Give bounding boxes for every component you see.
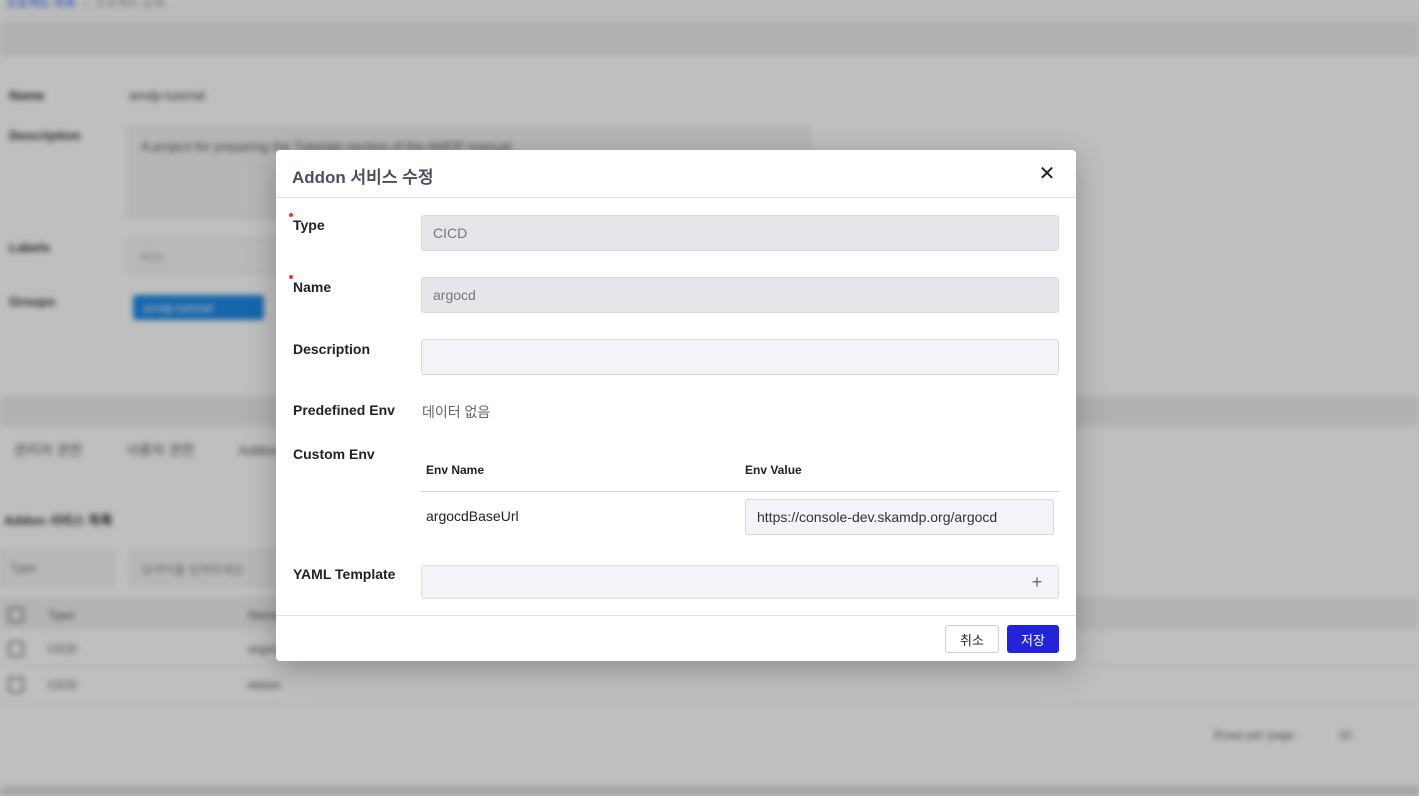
yaml-template-box[interactable]: + bbox=[421, 565, 1059, 599]
type-label-text: Type bbox=[293, 217, 325, 233]
table-row: argocdBaseUrl https://console-dev.skamdp… bbox=[421, 492, 1059, 540]
predefined-env-empty-text: 데이터 없음 bbox=[422, 404, 491, 420]
description-input[interactable] bbox=[421, 339, 1059, 375]
dialog-footer: 취소 저장 bbox=[276, 615, 1076, 661]
custom-env-table: Env Name Env Value argocdBaseUrl https:/… bbox=[421, 452, 1059, 540]
cancel-button[interactable]: 취소 bbox=[945, 625, 999, 653]
custom-env-table-header: Env Name Env Value bbox=[421, 452, 1059, 492]
dialog-title: Addon 서비스 수정 bbox=[292, 168, 434, 187]
required-marker-icon bbox=[289, 275, 293, 279]
addon-edit-dialog: Addon 서비스 수정 ✕ Type CICD Name argocd Des… bbox=[276, 150, 1076, 661]
env-value-input[interactable]: https://console-dev.skamdp.org/argocd bbox=[745, 499, 1054, 535]
env-name-cell: argocdBaseUrl bbox=[426, 508, 519, 524]
name-field: argocd bbox=[421, 277, 1059, 313]
required-marker-icon bbox=[289, 213, 293, 217]
type-label: Type bbox=[289, 213, 325, 233]
name-label: Name bbox=[289, 275, 332, 295]
env-value-header: Env Value bbox=[745, 463, 802, 477]
custom-env-label: Custom Env bbox=[293, 446, 375, 462]
type-field: CICD bbox=[421, 215, 1059, 251]
env-name-header: Env Name bbox=[426, 463, 485, 477]
predefined-env-label: Predefined Env bbox=[293, 402, 395, 418]
name-label-text: Name bbox=[293, 279, 332, 295]
save-button[interactable]: 저장 bbox=[1007, 625, 1059, 653]
plus-icon[interactable]: + bbox=[1026, 571, 1048, 593]
description-label: Description bbox=[293, 341, 371, 357]
dialog-header: Addon 서비스 수정 ✕ bbox=[276, 150, 1076, 198]
yaml-template-label: YAML Template bbox=[293, 566, 396, 582]
close-icon[interactable]: ✕ bbox=[1036, 163, 1058, 185]
